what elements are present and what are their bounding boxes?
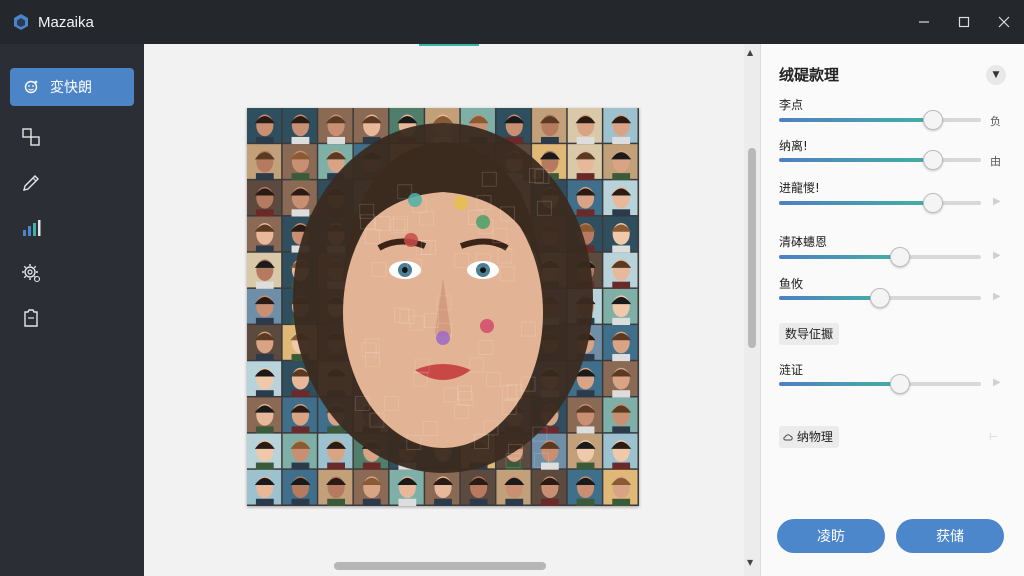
sidebar-item-active[interactable]: 変快朗 xyxy=(10,68,134,106)
sidebar-item-draw[interactable] xyxy=(18,170,44,196)
sidebar: 変快朗 xyxy=(0,44,144,576)
scroll-up-icon[interactable]: ▲ xyxy=(747,48,753,57)
slider-2[interactable] xyxy=(779,193,981,213)
canvas-indicator xyxy=(419,44,479,46)
bar-chart-icon xyxy=(23,220,41,236)
gear-icon xyxy=(22,264,41,283)
title-bar: Mazaika xyxy=(0,0,1024,44)
control-value: 由 xyxy=(990,155,1001,168)
physics-chip-label: 纳物理 xyxy=(796,430,833,444)
scroll-down-icon[interactable]: ▼ xyxy=(747,558,753,567)
slider-4[interactable] xyxy=(779,288,981,308)
sidebar-item-shapes[interactable] xyxy=(18,124,44,150)
app-logo-icon xyxy=(14,14,28,30)
chevron-right-icon[interactable]: ▶ xyxy=(993,377,1001,388)
mosaic-artwork[interactable] xyxy=(247,108,639,506)
control-label: 进龍惾! xyxy=(779,181,820,195)
collapse-button[interactable]: ▼ xyxy=(986,65,1006,85)
canvas-area[interactable]: ▲ ▼ xyxy=(144,44,760,576)
control-label: 鱼攸 xyxy=(779,277,804,291)
sidebar-item-label: 変快朗 xyxy=(50,80,92,96)
sidebar-item-stats[interactable] xyxy=(18,215,44,241)
control-label: 纳离! xyxy=(779,139,808,153)
physics-chip[interactable]: 纳物理 xyxy=(779,426,839,448)
settings-panel: 绒碮款理 ▼ 李点 负 纳离! 由 进龍惾! ▶ 清砵蟪恩 ▶ 鱼攸 ▶ 数导佂… xyxy=(760,44,1024,576)
control-label: 清砵蟪恩 xyxy=(779,235,828,249)
slider-handle[interactable] xyxy=(922,110,943,130)
slider-handle[interactable] xyxy=(870,288,890,308)
control-label: 李点 xyxy=(779,98,804,112)
slider-handle[interactable] xyxy=(890,247,911,267)
secondary-button[interactable]: 获储 xyxy=(896,519,1004,553)
chevron-right-icon[interactable]: ▶ xyxy=(993,250,1001,261)
shapes-icon xyxy=(22,128,40,146)
maximize-icon xyxy=(958,16,970,28)
vertical-scroll-thumb[interactable] xyxy=(748,148,756,348)
app-title: Mazaika xyxy=(38,13,94,31)
chevron-right-icon[interactable]: ▶ xyxy=(993,196,1001,207)
slider-3[interactable] xyxy=(779,247,981,267)
slider-5[interactable] xyxy=(779,374,981,394)
cloud-icon xyxy=(783,434,793,441)
slider-handle[interactable] xyxy=(922,150,943,170)
minimize-icon xyxy=(919,21,929,23)
minimize-button[interactable] xyxy=(904,0,944,44)
primary-button[interactable]: 凌眆 xyxy=(777,519,885,553)
control-value: 负 xyxy=(990,115,1001,128)
close-button[interactable] xyxy=(984,0,1024,44)
face-retouch-icon xyxy=(24,80,38,94)
pencil-icon xyxy=(23,175,39,191)
panel-title: 绒碮款理 xyxy=(779,66,840,84)
slider-handle[interactable] xyxy=(890,374,911,394)
sidebar-item-settings[interactable] xyxy=(18,260,44,286)
clipboard-icon xyxy=(24,309,38,327)
slider-handle[interactable] xyxy=(922,193,943,213)
slider-0[interactable] xyxy=(779,110,981,130)
maximize-button[interactable] xyxy=(944,0,984,44)
vertical-scrollbar[interactable]: ▲ ▼ xyxy=(744,44,760,576)
close-icon xyxy=(998,16,1010,28)
chevron-down-icon: ▼ xyxy=(992,70,1000,80)
mosaic-image xyxy=(247,108,638,506)
horizontal-scrollbar[interactable] xyxy=(174,558,734,574)
pin-icon[interactable]: ⊢ xyxy=(989,432,998,443)
horizontal-scroll-thumb[interactable] xyxy=(334,562,546,570)
slider-1[interactable] xyxy=(779,150,981,170)
sidebar-item-clipboard[interactable] xyxy=(18,305,44,331)
control-label: 涟证 xyxy=(779,363,804,377)
chevron-right-icon[interactable]: ▶ xyxy=(993,291,1001,302)
option-chip[interactable]: 数导佂擫 xyxy=(779,323,840,345)
